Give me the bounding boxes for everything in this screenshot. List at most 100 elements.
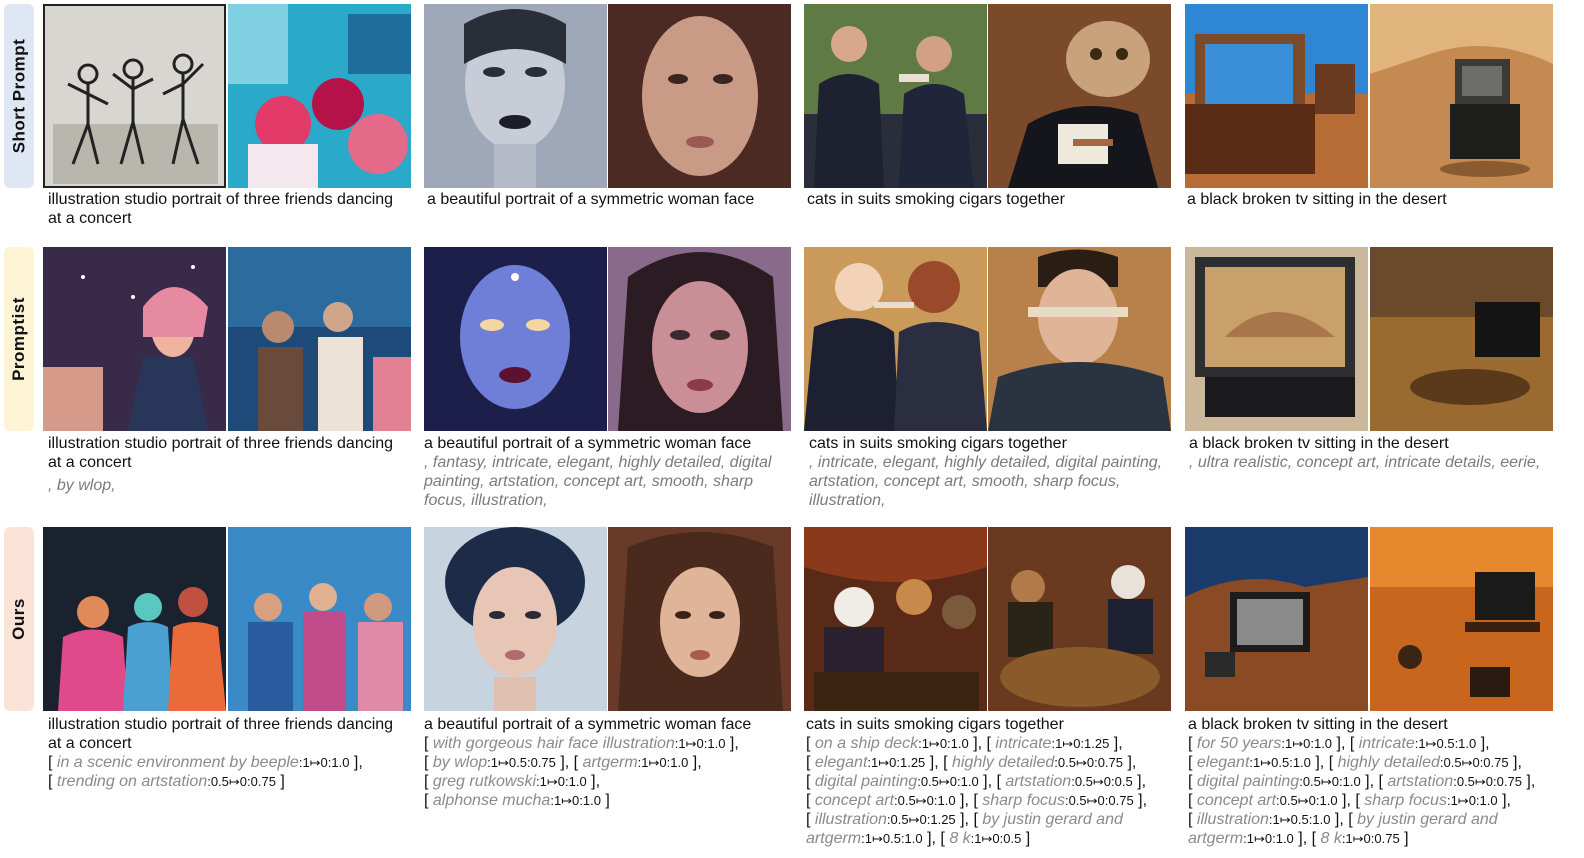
weight-term: digital painting xyxy=(814,773,918,790)
weighted-segments: [ on a ship deck:1↦0:1.0 ], [ intricate:… xyxy=(806,735,1148,847)
weight-term: for 50 years xyxy=(1196,735,1282,752)
image-man-cigar xyxy=(988,247,1171,431)
weight-schedule: 1↦0:0.5 xyxy=(974,831,1022,846)
caption-text: cats in suits smoking cigars together xyxy=(807,191,1065,208)
weight-schedule: 1↦0.5:1.0 xyxy=(1253,755,1311,770)
image-blue-fantasy-face xyxy=(424,247,607,431)
weight-term: in a scenic environment by beeple xyxy=(56,754,299,771)
caption-text: a beautiful portrait of a symmetric woma… xyxy=(424,716,752,733)
image-cat-suit-cigar xyxy=(988,4,1171,188)
weight-schedule: 1↦0:1.0 xyxy=(678,736,726,751)
weight-schedule: 0.5↦0:0.75 xyxy=(1443,755,1509,770)
weight-term: greg rutkowski xyxy=(432,773,537,790)
image-woman-face-photo xyxy=(608,4,791,188)
weight-schedule: 0.5↦0:1.0 xyxy=(920,774,979,789)
weight-term: elegant xyxy=(814,754,868,771)
image-cartoon-cat-men xyxy=(804,247,987,431)
image-woman-face-gray xyxy=(424,4,607,188)
weight-schedule: 1↦0:1.0 xyxy=(539,774,587,789)
weight-schedule: 0.5↦0:0.75 xyxy=(1456,774,1522,789)
weight-term: concept art xyxy=(814,792,895,809)
weight-term: highly detailed xyxy=(1337,754,1440,771)
weight-schedule: 1↦0:1.0 xyxy=(1246,831,1294,846)
weight-schedule: 0.5↦0:0.75 xyxy=(1057,755,1123,770)
weight-term: artstation xyxy=(1005,773,1072,790)
caption-short-3: cats in suits smoking cigars together xyxy=(807,190,1169,209)
caption-ours-2: a beautiful portrait of a symmetric woma… xyxy=(424,715,786,810)
weight-schedule: 0.5↦0:0.75 xyxy=(210,774,276,789)
caption-short-1: illustration studio portrait of three fr… xyxy=(48,190,410,228)
weight-schedule: 1↦0:1.25 xyxy=(871,755,926,770)
weight-schedule: 1↦0:1.0 xyxy=(1450,793,1498,808)
weight-term: sharp focus xyxy=(982,792,1065,809)
weighted-segments: [ for 50 years:1↦0:1.0 ], [ intricate:1↦… xyxy=(1188,735,1536,847)
weight-schedule: 1↦0:0.75 xyxy=(1345,831,1400,846)
weight-term: highly detailed xyxy=(951,754,1055,771)
image-party-dancer xyxy=(43,247,226,431)
weight-term: artgerm xyxy=(582,754,638,771)
weight-schedule: 1↦0:1.0 xyxy=(302,755,350,770)
weight-schedule: 1↦0.5:1.0 xyxy=(1418,736,1477,751)
caption-text: a black broken tv sitting in the desert xyxy=(1188,716,1448,733)
weight-schedule: 1↦0:1.0 xyxy=(641,755,689,770)
caption-text: a black broken tv sitting in the desert xyxy=(1189,435,1449,452)
caption-ours-1: illustration studio portrait of three fr… xyxy=(48,715,410,791)
caption-text: cats in suits smoking cigars together xyxy=(809,435,1067,452)
weight-term: sharp focus xyxy=(1364,792,1447,809)
caption-ours-4: a black broken tv sitting in the desert … xyxy=(1188,715,1578,848)
caption-short-2: a beautiful portrait of a symmetric woma… xyxy=(427,190,789,209)
image-tv-desert-dark xyxy=(1370,247,1553,431)
image-dancing-sketch xyxy=(43,4,226,188)
image-ours-friends-neon xyxy=(43,527,226,711)
caption-promptist-3: cats in suits smoking cigars together , … xyxy=(809,434,1171,510)
caption-extra: , fantasy, intricate, elegant, highly de… xyxy=(424,454,772,509)
caption-text: cats in suits smoking cigars together xyxy=(806,716,1064,733)
row-label-text: Ours xyxy=(9,598,28,640)
image-men-suits-smoking xyxy=(804,4,987,188)
row-label-promptist: Promptist xyxy=(4,247,34,431)
caption-text: illustration studio portrait of three fr… xyxy=(48,191,394,227)
weight-schedule: 0.5↦0:1.0 xyxy=(1302,774,1361,789)
weight-schedule: 1↦0.5:1.0 xyxy=(864,831,923,846)
caption-short-4: a black broken tv sitting in the desert xyxy=(1187,190,1549,209)
image-purple-woman xyxy=(608,247,791,431)
caption-extra: , ultra realistic, concept art, intricat… xyxy=(1189,454,1541,471)
caption-promptist-1: illustration studio portrait of three fr… xyxy=(48,434,410,495)
weight-term: 8 k xyxy=(949,830,971,847)
image-ours-cats-ship xyxy=(804,527,987,711)
image-ours-woman-warm xyxy=(608,527,791,711)
weight-schedule: 0.5↦0:0.5 xyxy=(1074,774,1133,789)
weight-term: 8 k xyxy=(1320,830,1342,847)
weight-term: elegant xyxy=(1196,754,1250,771)
weight-term: artstation xyxy=(1387,773,1454,790)
weight-schedule: 1↦0:1.0 xyxy=(1285,736,1333,751)
weight-schedule: 0.5↦0:1.0 xyxy=(897,793,956,808)
weight-term: trending on artstation xyxy=(56,773,208,790)
weight-term: illustration xyxy=(814,811,887,828)
image-ours-tv-sunset xyxy=(1370,527,1553,711)
weight-schedule: 1↦0.5:1.0 xyxy=(1272,812,1331,827)
caption-promptist-4: a black broken tv sitting in the desert … xyxy=(1189,434,1551,472)
image-tv-desert-sky xyxy=(1185,4,1368,188)
image-party-crowd xyxy=(228,247,411,431)
weight-schedule: 1↦0:1.25 xyxy=(1055,736,1110,751)
caption-text: illustration studio portrait of three fr… xyxy=(48,716,394,752)
caption-text: a beautiful portrait of a symmetric woma… xyxy=(427,191,755,208)
weight-term: concept art xyxy=(1196,792,1277,809)
image-dancing-colorful xyxy=(228,4,411,188)
image-ours-woman-curly xyxy=(424,527,607,711)
weight-schedule: 0.5↦0:1.25 xyxy=(890,812,956,827)
weight-term: illustration xyxy=(1196,811,1269,828)
weight-term: digital painting xyxy=(1196,773,1300,790)
weight-term: with gorgeous hair face illustration xyxy=(432,735,675,752)
weight-schedule: 1↦0.5:0.75 xyxy=(490,755,556,770)
weight-schedule: 1↦0:1.0 xyxy=(553,793,601,808)
row-label-short-prompt: Short Prompt xyxy=(4,4,34,188)
caption-ours-3: cats in suits smoking cigars together [ … xyxy=(806,715,1178,848)
caption-extra: , intricate, elegant, highly detailed, d… xyxy=(809,454,1163,509)
caption-promptist-2: a beautiful portrait of a symmetric woma… xyxy=(424,434,786,510)
weight-schedule: 1↦0:1.0 xyxy=(921,736,969,751)
row-label-ours: Ours xyxy=(4,527,34,711)
weight-term: alphonse mucha xyxy=(432,792,551,809)
weight-term: intricate xyxy=(1358,735,1415,752)
